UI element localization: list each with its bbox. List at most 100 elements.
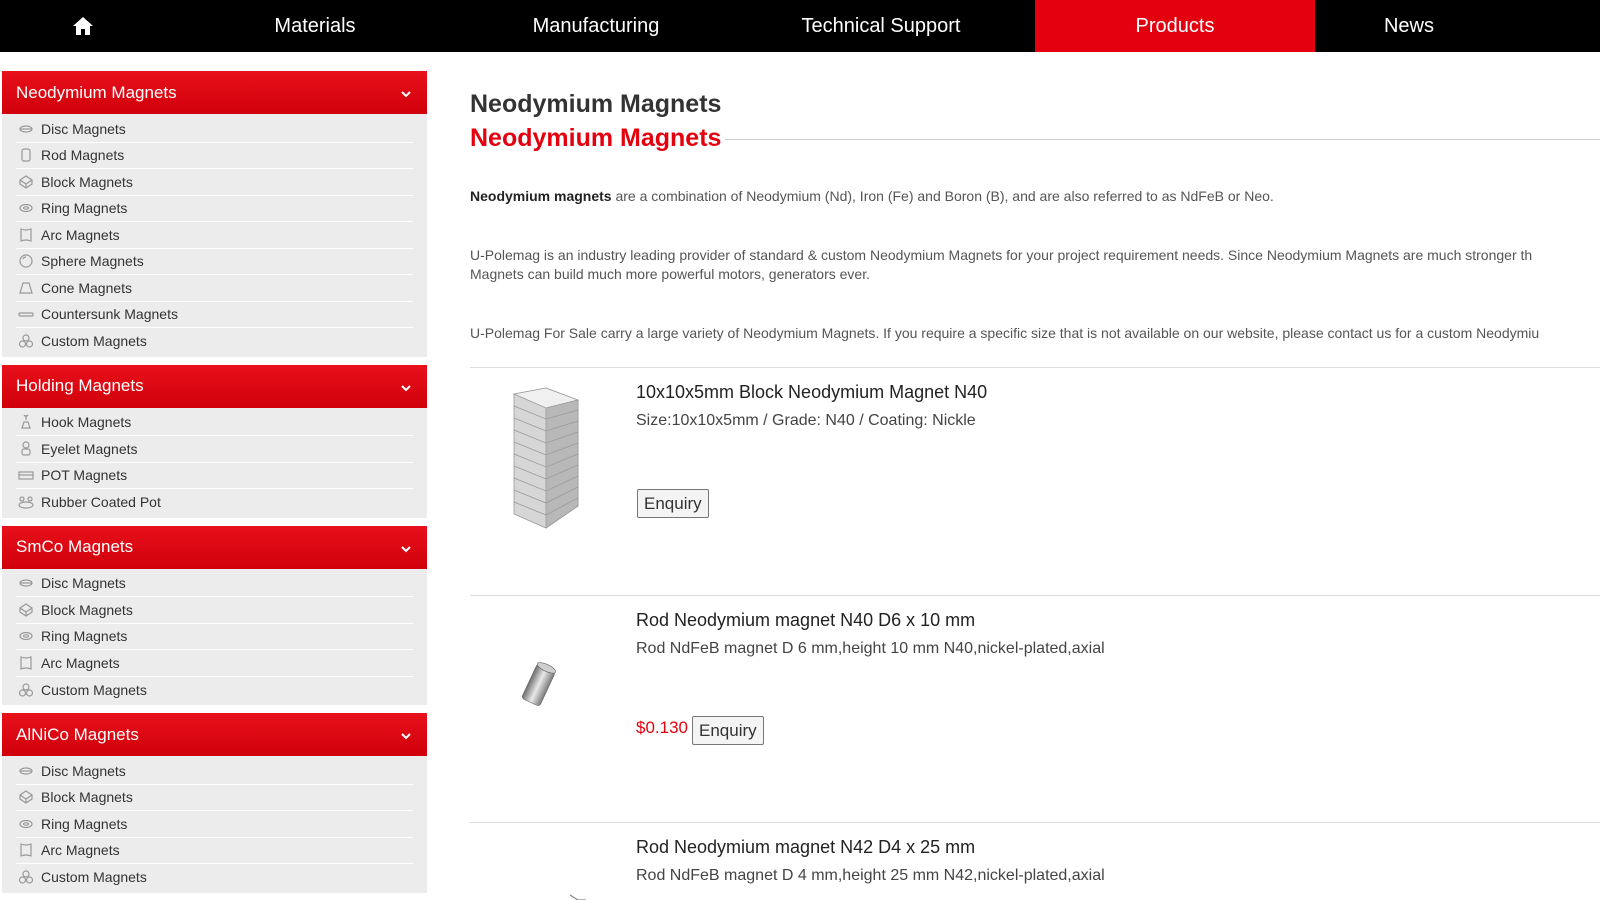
block-icon bbox=[16, 602, 36, 618]
sidebar-item-custom[interactable]: Custom Magnets bbox=[16, 328, 413, 355]
product-name[interactable]: Rod Neodymium magnet N40 D6 x 10 mm bbox=[636, 610, 975, 631]
sidebar-item-block[interactable]: Block Magnets bbox=[16, 169, 413, 196]
category-title: Neodymium Magnets bbox=[16, 82, 177, 102]
intro-text: are a combination of Neodymium (Nd), Iro… bbox=[611, 188, 1274, 204]
intro-bold: Neodymium magnets bbox=[470, 188, 612, 204]
category-list-smco: Disc Magnets Block Magnets Ring Magnets … bbox=[2, 568, 427, 705]
divider bbox=[470, 595, 1600, 596]
custom-icon bbox=[16, 333, 36, 349]
section-title: Neodymium Magnets bbox=[470, 124, 722, 152]
chevron-down-icon[interactable] bbox=[401, 725, 411, 740]
nav-news[interactable]: News bbox=[1315, 0, 1503, 52]
sidebar-item-label: Ring Magnets bbox=[41, 628, 128, 645]
cone-icon bbox=[16, 280, 36, 296]
title-divider bbox=[725, 139, 1600, 140]
top-navigation: Materials Manufacturing Technical Suppor… bbox=[0, 0, 1600, 52]
arc-icon bbox=[16, 227, 36, 243]
sidebar-item-label: Custom Magnets bbox=[41, 333, 147, 350]
disc-icon bbox=[16, 121, 36, 137]
sidebar-item-countersunk[interactable]: Countersunk Magnets bbox=[16, 302, 413, 328]
rubber-pot-icon bbox=[16, 494, 36, 510]
sidebar-item-arc[interactable]: Arc Magnets bbox=[16, 838, 413, 864]
sidebar-item-rubber-pot[interactable]: Rubber Coated Pot bbox=[16, 489, 413, 516]
sidebar-item-custom[interactable]: Custom Magnets bbox=[16, 677, 413, 704]
home-icon bbox=[72, 17, 93, 35]
category-title: AlNiCo Magnets bbox=[16, 724, 139, 744]
enquiry-button[interactable]: Enquiry bbox=[637, 489, 709, 518]
ring-icon bbox=[16, 628, 36, 644]
rod-icon bbox=[16, 147, 36, 163]
rod-image[interactable] bbox=[500, 636, 620, 786]
arc-icon bbox=[16, 655, 36, 671]
custom-icon bbox=[16, 682, 36, 698]
nav-technical-support[interactable]: Technical Support bbox=[727, 0, 1035, 52]
nav-products[interactable]: Products bbox=[1035, 0, 1315, 52]
divider bbox=[470, 822, 1600, 823]
sidebar-item-label: Arc Magnets bbox=[41, 842, 120, 859]
sidebar-item-label: Arc Magnets bbox=[41, 654, 120, 671]
sidebar-item-block[interactable]: Block Magnets bbox=[16, 785, 413, 811]
chevron-down-icon[interactable] bbox=[401, 83, 411, 98]
nav-manufacturing[interactable]: Manufacturing bbox=[465, 0, 727, 52]
countersunk-icon bbox=[16, 306, 36, 322]
sidebar-item-sphere[interactable]: Sphere Magnets bbox=[16, 249, 413, 275]
pot-icon bbox=[16, 467, 36, 483]
product-name[interactable]: Rod Neodymium magnet N42 D4 x 25 mm bbox=[636, 837, 975, 858]
sidebar-item-label: Rubber Coated Pot bbox=[41, 494, 161, 511]
sidebar-item-disc[interactable]: Disc Magnets bbox=[16, 116, 413, 143]
sidebar-item-custom[interactable]: Custom Magnets bbox=[16, 864, 413, 891]
sidebar-item-arc[interactable]: Arc Magnets bbox=[16, 222, 413, 249]
sphere-icon bbox=[16, 253, 36, 269]
sidebar-item-cone[interactable]: Cone Magnets bbox=[16, 275, 413, 302]
sidebar-item-label: Block Magnets bbox=[41, 601, 133, 618]
sidebar-item-label: Rod Magnets bbox=[41, 147, 125, 164]
sidebar-item-label: Ring Magnets bbox=[41, 200, 128, 217]
sidebar-item-arc[interactable]: Arc Magnets bbox=[16, 650, 413, 677]
sidebar-item-label: Sphere Magnets bbox=[41, 253, 144, 270]
sidebar-item-hook[interactable]: Hook Magnets bbox=[16, 410, 413, 436]
category-header-smco[interactable]: SmCo Magnets bbox=[2, 525, 427, 569]
sidebar-item-eyelet[interactable]: Eyelet Magnets bbox=[16, 436, 413, 463]
sidebar-item-label: Custom Magnets bbox=[41, 681, 147, 698]
sidebar-item-pot[interactable]: POT Magnets bbox=[16, 463, 413, 489]
sidebar-item-label: Custom Magnets bbox=[41, 869, 147, 886]
provider-paragraph-line1: U-Polemag is an industry leading provide… bbox=[470, 247, 1533, 263]
page-title: Neodymium Magnets bbox=[470, 90, 722, 118]
sidebar-item-ring[interactable]: Ring Magnets bbox=[16, 624, 413, 650]
enquiry-button[interactable]: Enquiry bbox=[692, 716, 764, 745]
disc-icon bbox=[16, 763, 36, 779]
hook-icon bbox=[16, 414, 36, 430]
disc-icon bbox=[16, 575, 36, 591]
sidebar-item-block[interactable]: Block Magnets bbox=[16, 597, 413, 624]
category-header-holding[interactable]: Holding Magnets bbox=[2, 364, 427, 408]
sidebar-item-label: Hook Magnets bbox=[41, 414, 132, 431]
sidebar-item-label: Arc Magnets bbox=[41, 226, 120, 243]
product-description: Rod NdFeB magnet D 6 mm,height 10 mm N40… bbox=[636, 640, 1105, 657]
sidebar-item-rod[interactable]: Rod Magnets bbox=[16, 143, 413, 169]
category-header-neodymium[interactable]: Neodymium Magnets bbox=[2, 71, 427, 114]
category-header-alnico[interactable]: AlNiCo Magnets bbox=[2, 713, 427, 756]
sidebar-item-ring[interactable]: Ring Magnets bbox=[16, 196, 413, 222]
nav-materials[interactable]: Materials bbox=[165, 0, 465, 52]
category-list-holding: Hook Magnets Eyelet Magnets POT Magnets … bbox=[2, 407, 427, 518]
divider bbox=[470, 367, 1600, 368]
product-description: Rod NdFeB magnet D 4 mm,height 25 mm N42… bbox=[636, 867, 1105, 884]
sidebar-item-disc[interactable]: Disc Magnets bbox=[16, 758, 413, 785]
sidebar-item-label: Disc Magnets bbox=[41, 120, 126, 137]
sidebar-item-label: Disc Magnets bbox=[41, 575, 126, 592]
sidebar-item-ring[interactable]: Ring Magnets bbox=[16, 811, 413, 838]
sale-paragraph: U-Polemag For Sale carry a large variety… bbox=[470, 325, 1540, 341]
rod-image[interactable] bbox=[500, 871, 620, 900]
home-link[interactable] bbox=[0, 0, 165, 52]
product-price: $0.130 bbox=[636, 718, 688, 737]
chevron-down-icon[interactable] bbox=[401, 538, 411, 552]
block-stack-image[interactable] bbox=[500, 386, 620, 536]
product-description: Size:10x10x5mm / Grade: N40 / Coating: N… bbox=[636, 412, 976, 429]
sidebar-item-disc[interactable]: Disc Magnets bbox=[16, 571, 413, 597]
sidebar: Neodymium Magnets Disc Magnets Rod Magne… bbox=[2, 71, 427, 900]
category-title: Holding Magnets bbox=[16, 376, 144, 395]
category-list-alnico: Disc Magnets Block Magnets Ring Magnets … bbox=[2, 756, 427, 893]
product-name[interactable]: 10x10x5mm Block Neodymium Magnet N40 bbox=[636, 382, 987, 403]
intro-paragraph: Neodymium magnets are a combination of N… bbox=[470, 186, 1600, 206]
chevron-down-icon[interactable] bbox=[401, 377, 411, 391]
